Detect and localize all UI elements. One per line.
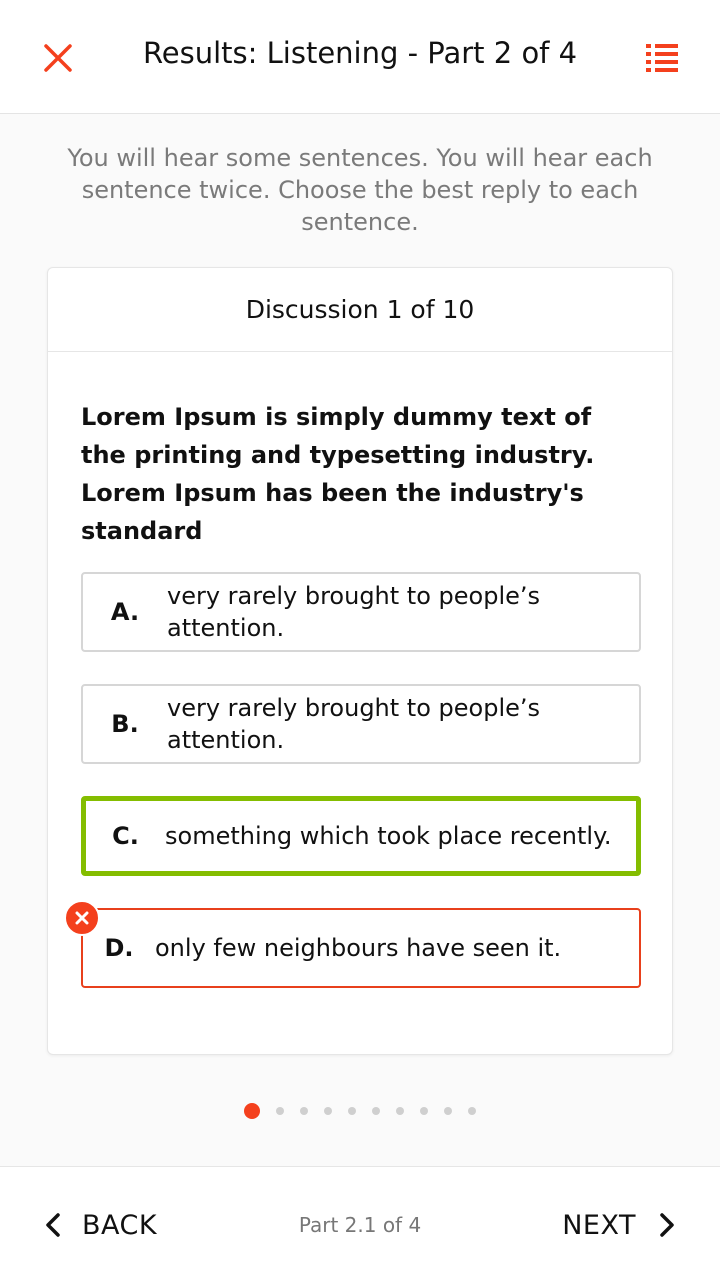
question-card: Discussion 1 of 10 Lorem Ipsum is simply…	[47, 267, 673, 1055]
option-letter: B.	[111, 710, 139, 738]
page-dot[interactable]	[348, 1107, 356, 1115]
close-icon	[44, 44, 72, 72]
app-header: Results: Listening - Part 2 of 4	[0, 0, 720, 114]
wrong-answer-icon	[64, 900, 100, 936]
answer-option-a[interactable]: A. very rarely brought to people’s atten…	[81, 572, 641, 652]
discussion-heading: Discussion 1 of 10	[48, 268, 672, 352]
next-label: NEXT	[562, 1209, 636, 1241]
page-dot[interactable]	[468, 1107, 476, 1115]
page-dot[interactable]	[396, 1107, 404, 1115]
bottom-navigation: BACK Part 2.1 of 4 NEXT	[0, 1166, 720, 1280]
question-list-button[interactable]	[636, 32, 688, 84]
option-text: something which took place recently.	[165, 822, 612, 850]
page-dot[interactable]	[300, 1107, 308, 1115]
close-button[interactable]	[32, 32, 84, 84]
page-dot[interactable]	[276, 1107, 284, 1115]
answer-option-d-wrong[interactable]: D. only few neighbours have seen it.	[64, 900, 641, 988]
option-letter: D.	[104, 934, 134, 962]
page-dot[interactable]	[324, 1107, 332, 1115]
page-dot-active[interactable]	[244, 1103, 260, 1119]
pagination-dots	[0, 1103, 720, 1119]
option-letter: A.	[110, 598, 140, 626]
page-title: Results: Listening - Part 2 of 4	[142, 36, 578, 70]
instructions-text: You will hear some sentences. You will h…	[67, 144, 653, 236]
question-text: Lorem Ipsum is simply dummy text of the …	[81, 403, 595, 545]
page-dot[interactable]	[444, 1107, 452, 1115]
next-button[interactable]: NEXT	[562, 1201, 676, 1249]
option-text: very rarely brought to people’s attentio…	[167, 582, 541, 642]
option-letter: C.	[112, 822, 139, 850]
answer-option-b[interactable]: B. very rarely brought to people’s atten…	[81, 684, 641, 764]
page-dot[interactable]	[420, 1107, 428, 1115]
answer-option-c-correct[interactable]: C. something which took place recently.	[81, 796, 641, 876]
list-icon	[646, 44, 678, 72]
option-text: only few neighbours have seen it.	[155, 934, 562, 962]
chevron-right-icon	[660, 1213, 674, 1237]
option-text: very rarely brought to people’s attentio…	[167, 694, 541, 754]
page-dot[interactable]	[372, 1107, 380, 1115]
